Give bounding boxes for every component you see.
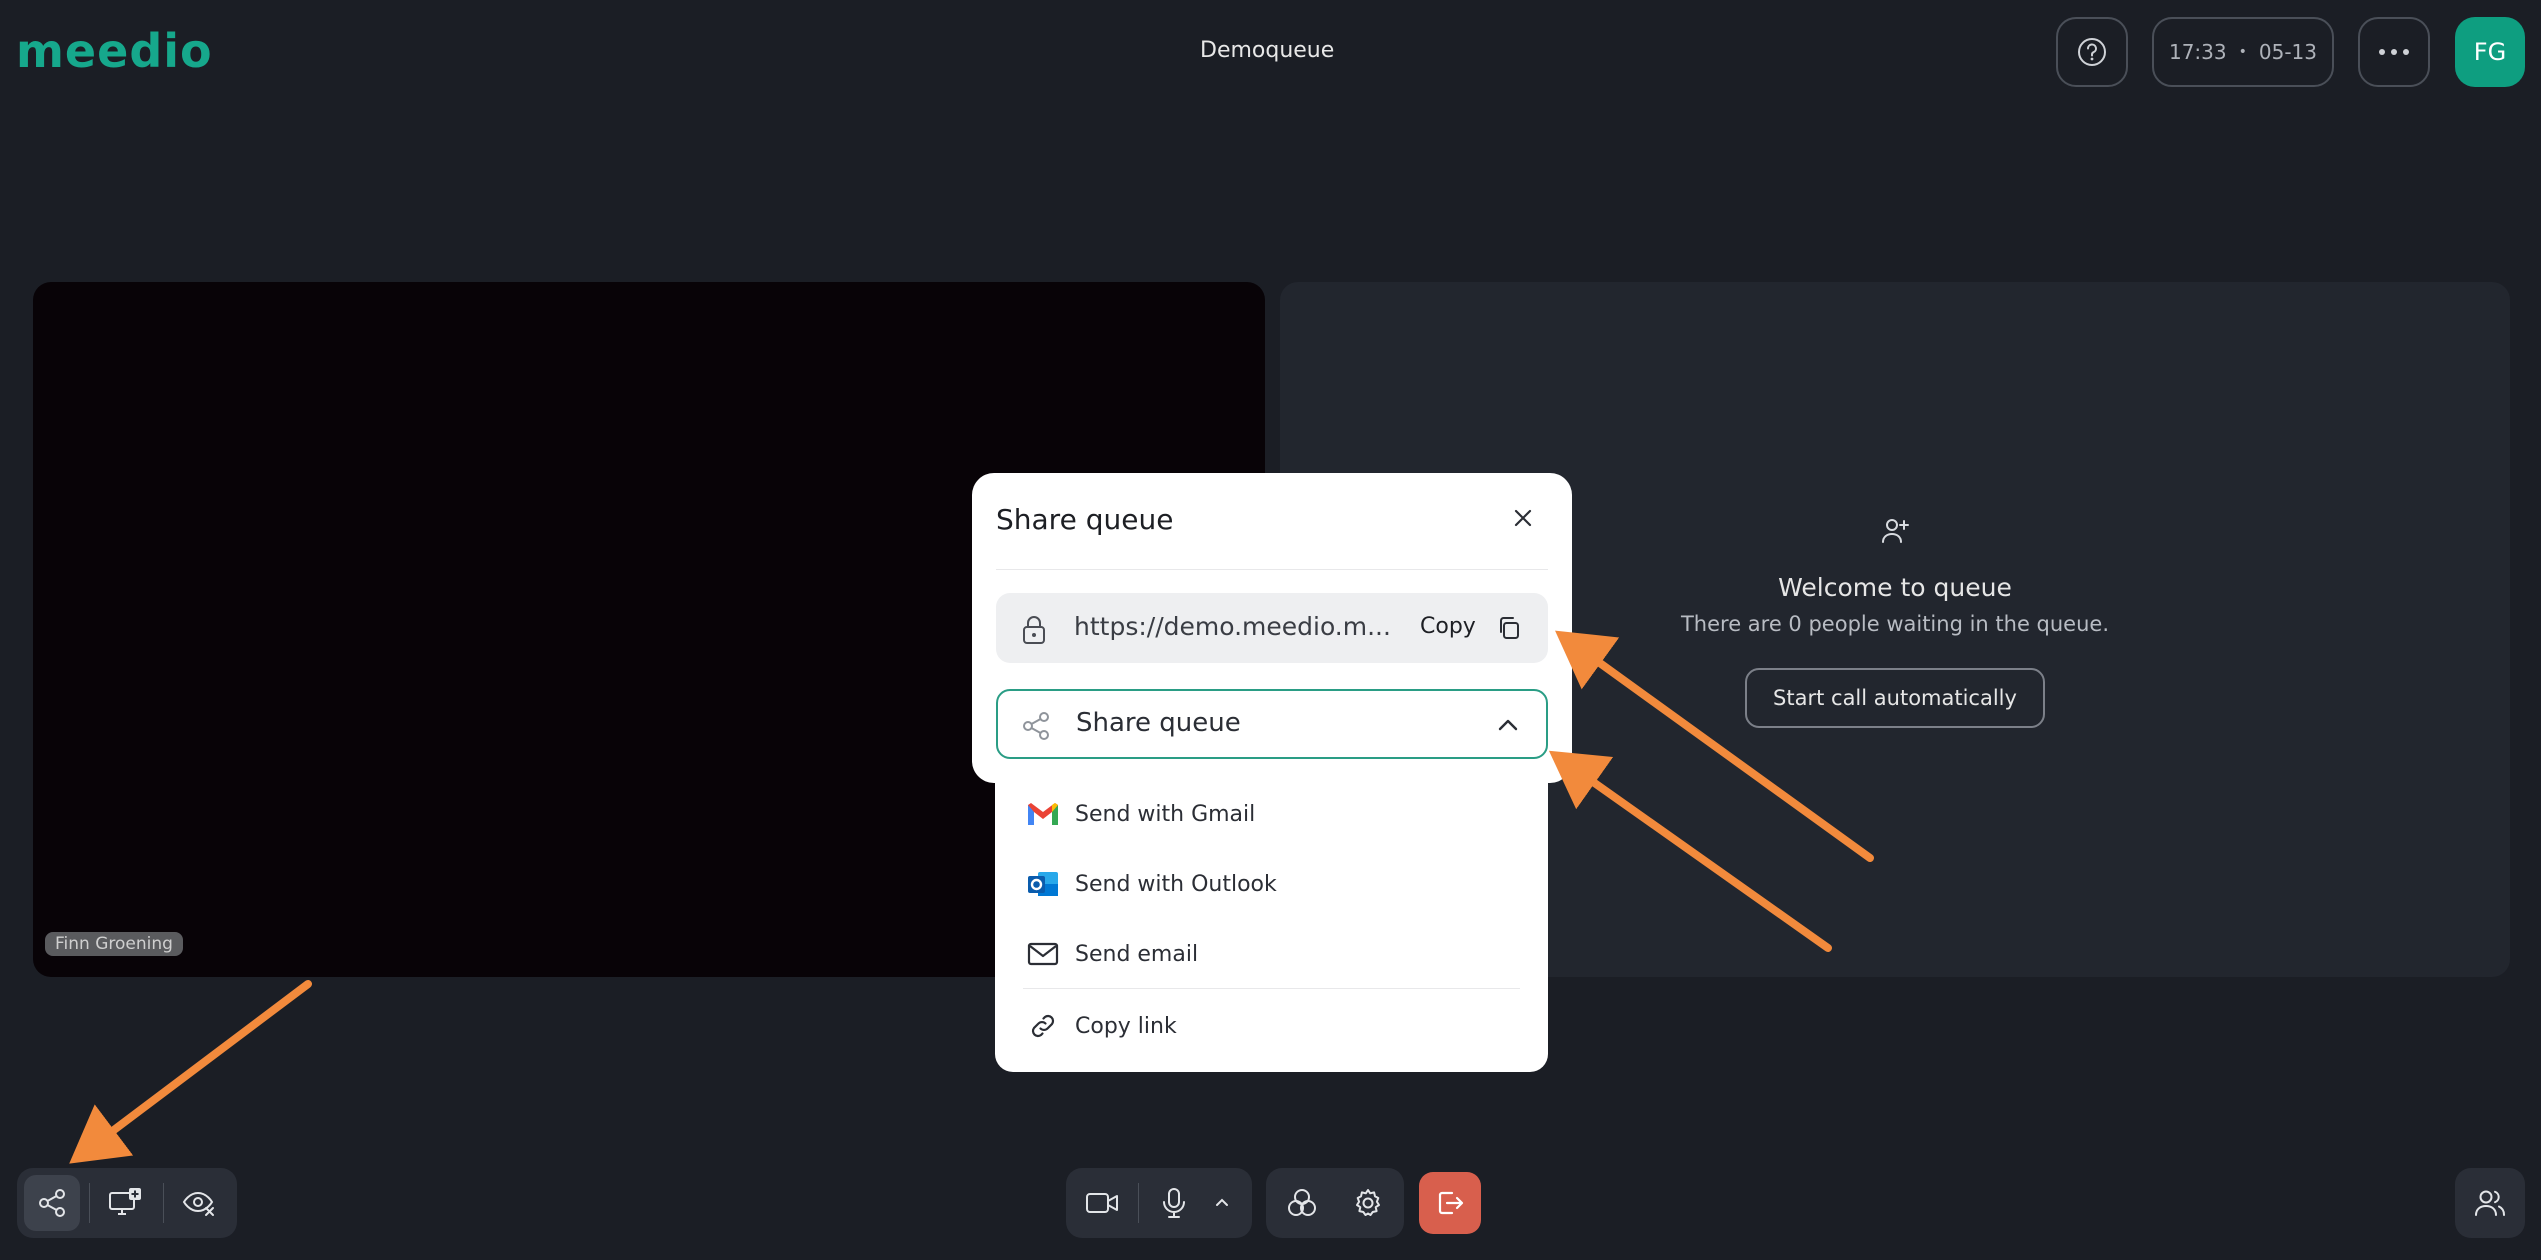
start-call-automatically-button[interactable]: Start call automatically bbox=[1745, 668, 2045, 728]
share-options-dropdown: Send with Gmail Send with Outlook Send e… bbox=[995, 778, 1548, 1072]
add-person-icon bbox=[1882, 519, 1909, 543]
help-button[interactable] bbox=[2056, 17, 2128, 87]
effects-icon bbox=[1288, 1189, 1316, 1216]
microphone-icon bbox=[1163, 1188, 1185, 1218]
arrow-to-share-button bbox=[69, 980, 312, 1164]
leave-call-button[interactable] bbox=[1419, 1172, 1481, 1234]
question-icon bbox=[2078, 38, 2106, 66]
close-icon bbox=[1514, 509, 1532, 527]
time-text: 17:33 bbox=[2168, 40, 2227, 64]
camera-button[interactable] bbox=[1074, 1175, 1130, 1231]
toolbar-divider bbox=[1138, 1183, 1139, 1223]
modal-divider bbox=[996, 569, 1548, 570]
share-queue-select-label: Share queue bbox=[1076, 708, 1241, 738]
hide-view-button[interactable] bbox=[171, 1175, 227, 1231]
copy-button[interactable]: Copy bbox=[1420, 614, 1476, 639]
meedio-logo: meedio bbox=[16, 24, 213, 78]
media-toolbar bbox=[1066, 1168, 1252, 1238]
chevron-up-icon bbox=[1498, 719, 1518, 731]
more-options-button[interactable] bbox=[2358, 17, 2430, 87]
participants-button[interactable] bbox=[2462, 1175, 2518, 1231]
participant-name-tag: Finn Groening bbox=[45, 932, 183, 956]
send-with-outlook-label: Send with Outlook bbox=[1075, 871, 1277, 897]
send-with-outlook-option[interactable]: Send with Outlook bbox=[1025, 862, 1277, 906]
date-text: 05-13 bbox=[2258, 40, 2318, 64]
more-dots-icon bbox=[2379, 49, 2409, 55]
time-date-display: 17:33 • 05-13 bbox=[2152, 17, 2334, 87]
lock-icon bbox=[1023, 616, 1045, 644]
close-button[interactable] bbox=[1508, 503, 1538, 533]
share-icon bbox=[1023, 712, 1049, 740]
send-email-label: Send email bbox=[1075, 941, 1199, 967]
queue-url-field[interactable]: https://demo.meedio.m... Copy bbox=[996, 593, 1548, 663]
copy-icon[interactable] bbox=[1496, 615, 1522, 641]
camera-icon bbox=[1086, 1193, 1118, 1213]
outlook-icon bbox=[1028, 872, 1058, 896]
microphone-button[interactable] bbox=[1146, 1175, 1202, 1231]
share-icon bbox=[39, 1189, 65, 1217]
exit-icon bbox=[1438, 1191, 1464, 1215]
share-queue-modal: Share queue https://demo.meedio.m... Cop… bbox=[972, 473, 1572, 783]
participants-toolbar bbox=[2455, 1168, 2525, 1238]
send-with-gmail-label: Send with Gmail bbox=[1075, 801, 1256, 827]
link-icon bbox=[1031, 1014, 1055, 1038]
effects-button[interactable] bbox=[1274, 1175, 1330, 1231]
modal-title: Share queue bbox=[996, 503, 1174, 536]
page-title: Demoqueue bbox=[1200, 38, 1335, 63]
share-button[interactable] bbox=[24, 1175, 80, 1231]
chevron-up-icon bbox=[1216, 1198, 1228, 1206]
dropdown-divider bbox=[1023, 988, 1520, 989]
share-queue-select[interactable]: Share queue bbox=[996, 689, 1548, 759]
queue-url-text: https://demo.meedio.m... bbox=[1074, 612, 1391, 641]
send-email-option[interactable]: Send email bbox=[1025, 932, 1198, 976]
settings-button[interactable] bbox=[1340, 1175, 1396, 1231]
toolbar-divider bbox=[163, 1183, 164, 1223]
copy-link-option[interactable]: Copy link bbox=[1025, 1004, 1177, 1048]
user-avatar[interactable]: FG bbox=[2455, 17, 2525, 87]
time-date-separator: • bbox=[2238, 44, 2247, 60]
send-with-gmail-option[interactable]: Send with Gmail bbox=[1025, 792, 1255, 836]
eye-off-icon bbox=[182, 1191, 214, 1216]
gear-icon bbox=[1356, 1189, 1380, 1216]
settings-toolbar bbox=[1266, 1168, 1404, 1238]
participants-icon bbox=[2475, 1190, 2505, 1216]
mail-icon bbox=[1027, 942, 1059, 966]
microphone-options-button[interactable] bbox=[1204, 1175, 1240, 1231]
bottom-left-toolbar bbox=[17, 1168, 237, 1238]
copy-link-label: Copy link bbox=[1075, 1013, 1177, 1039]
add-screen-button[interactable] bbox=[97, 1175, 153, 1231]
toolbar-divider bbox=[89, 1183, 90, 1223]
gmail-icon bbox=[1028, 803, 1058, 825]
add-screen-icon bbox=[109, 1188, 141, 1215]
